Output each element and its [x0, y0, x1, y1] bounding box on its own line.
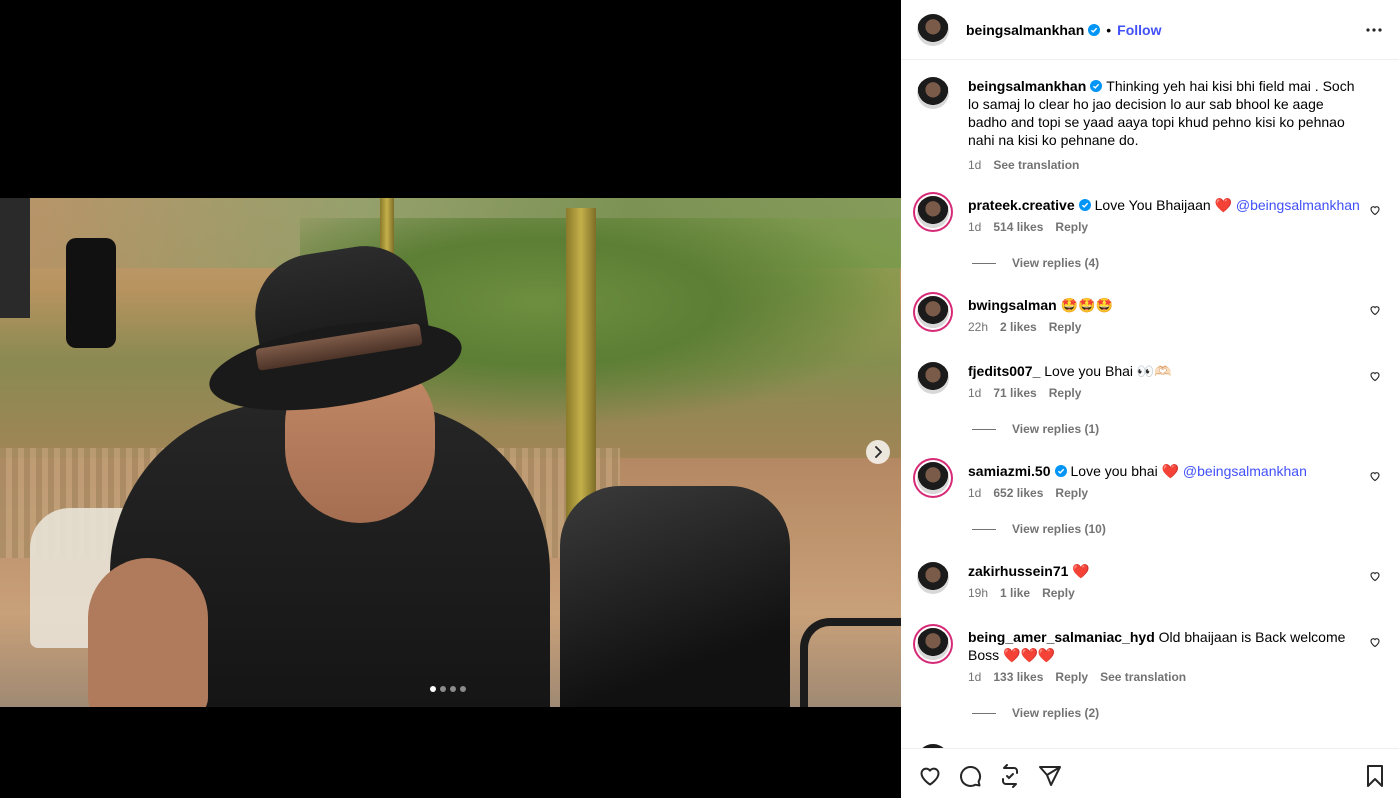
comment-emoji: ❤️: [1214, 197, 1232, 213]
avatar[interactable]: [917, 77, 949, 109]
comment-likes[interactable]: 514 likes: [993, 220, 1043, 234]
divider-line: [972, 528, 996, 530]
more-options-icon[interactable]: [1366, 22, 1382, 38]
comment-text: Love you bhai: [1070, 463, 1158, 479]
comment-time: 1d: [968, 486, 982, 500]
comment-text: Love you Bhai: [1044, 363, 1133, 379]
verified-badge-icon: [1078, 199, 1091, 211]
carousel-dots: [430, 686, 466, 692]
caption-username[interactable]: beingsalmankhan: [968, 78, 1086, 94]
avatar[interactable]: [917, 462, 949, 494]
comment-item: being_amer_salmaniac_hyd Old bhaijaan is…: [917, 628, 1387, 684]
comment-icon[interactable]: [958, 764, 982, 788]
view-replies-button[interactable]: View replies (1): [972, 422, 1099, 436]
view-replies-label: View replies (1): [1012, 422, 1100, 436]
post-photo[interactable]: [0, 198, 901, 707]
comment-username[interactable]: prateek.creative: [968, 197, 1075, 213]
comment-likes[interactable]: 133 likes: [993, 670, 1043, 684]
follow-button[interactable]: Follow: [1117, 22, 1161, 38]
separator: •: [1106, 21, 1112, 38]
comment-time: 1d: [968, 386, 982, 400]
view-replies-button[interactable]: View replies (10): [972, 522, 1106, 536]
comment-mention[interactable]: @beingsalmankhan: [1183, 463, 1307, 479]
carousel-dot: [460, 686, 466, 692]
repost-icon[interactable]: [998, 764, 1022, 788]
see-translation-link[interactable]: See translation: [993, 158, 1079, 172]
chevron-right-icon: [875, 446, 882, 458]
view-replies-label: View replies (4): [1012, 256, 1100, 270]
carousel-dot: [450, 686, 456, 692]
comment-time: 19h: [968, 586, 989, 600]
verified-badge-icon: [1054, 465, 1067, 477]
reply-button[interactable]: Reply: [1055, 220, 1088, 234]
reply-button[interactable]: Reply: [1049, 386, 1082, 400]
comment-emoji: 👀🫶🏻: [1136, 363, 1172, 379]
avatar[interactable]: [917, 562, 949, 594]
avatar[interactable]: [917, 628, 949, 660]
comment-time: 1d: [968, 670, 982, 684]
comment-likes[interactable]: 2 likes: [1000, 320, 1037, 334]
action-bar: [901, 748, 1399, 798]
view-replies-label: View replies (10): [1012, 522, 1106, 536]
heart-icon[interactable]: [918, 764, 942, 788]
avatar[interactable]: [917, 196, 949, 228]
heart-icon[interactable]: [1369, 636, 1381, 648]
verified-badge-icon: [1090, 80, 1103, 92]
avatar[interactable]: [917, 362, 949, 394]
divider-line: [972, 262, 996, 264]
comment-item: bwingsalman 🤩🤩🤩 22h 2 likes Reply: [917, 296, 1387, 334]
divider-line: [972, 712, 996, 714]
caption-time: 1d: [968, 158, 982, 172]
avatar[interactable]: [917, 13, 949, 46]
carousel-next-button[interactable]: [866, 440, 890, 464]
comment-emoji: ❤️: [1161, 463, 1180, 479]
media-viewer: [0, 0, 901, 798]
comment-item: zakirhussein71 ❤️ 19h 1 like Reply: [917, 562, 1387, 600]
comment-likes[interactable]: 652 likes: [993, 486, 1043, 500]
comment-emoji: 🤩🤩🤩: [1060, 297, 1113, 313]
share-icon[interactable]: [1038, 764, 1062, 788]
comment-likes[interactable]: 1 like: [1000, 586, 1030, 600]
heart-icon[interactable]: [1369, 204, 1381, 216]
comment-item: fjedits007_ Love you Bhai 👀🫶🏻 1d 71 like…: [917, 362, 1387, 400]
post-username[interactable]: beingsalmankhan: [966, 22, 1084, 38]
see-translation-link[interactable]: See translation: [1100, 670, 1186, 684]
comment-time: 22h: [968, 320, 989, 334]
comment-username[interactable]: samiazmi.50: [968, 463, 1051, 479]
post-header: beingsalmankhan • Follow: [901, 0, 1399, 60]
comment-emoji: ❤️❤️❤️: [1003, 647, 1056, 663]
comment-emoji: ❤️: [1072, 563, 1090, 579]
carousel-dot: [430, 686, 436, 692]
comment-username[interactable]: bwingsalman: [968, 297, 1057, 313]
post-sidebar: beingsalmankhan • Follow beingsalmankhan…: [901, 0, 1399, 798]
heart-icon[interactable]: [1369, 304, 1381, 316]
comment-item: prateek.creative Love You Bhaijaan ❤️ @be…: [917, 196, 1387, 234]
heart-icon[interactable]: [1369, 570, 1381, 582]
comment-likes[interactable]: 71 likes: [993, 386, 1036, 400]
comment-username[interactable]: fjedits007_: [968, 363, 1040, 379]
reply-button[interactable]: Reply: [1055, 486, 1088, 500]
view-replies-button[interactable]: View replies (4): [972, 256, 1099, 270]
view-replies-button[interactable]: View replies (2): [972, 706, 1099, 720]
reply-button[interactable]: Reply: [1049, 320, 1082, 334]
heart-icon[interactable]: [1369, 370, 1381, 382]
comments-list[interactable]: beingsalmankhan Thinking yeh hai kisi bhi…: [901, 60, 1399, 748]
avatar[interactable]: [917, 296, 949, 328]
reply-button[interactable]: Reply: [1042, 586, 1075, 600]
carousel-dot: [440, 686, 446, 692]
divider-line: [972, 428, 996, 430]
heart-icon[interactable]: [1369, 470, 1381, 482]
bookmark-icon[interactable]: [1365, 764, 1385, 788]
comment-username[interactable]: being_amer_salmaniac_hyd: [968, 629, 1155, 645]
verified-badge-icon: [1088, 23, 1101, 36]
comment-text: Love You Bhaijaan: [1094, 197, 1211, 213]
reply-button[interactable]: Reply: [1055, 670, 1088, 684]
caption: beingsalmankhan Thinking yeh hai kisi bhi…: [917, 77, 1387, 172]
view-replies-label: View replies (2): [1012, 706, 1100, 720]
comment-time: 1d: [968, 220, 982, 234]
comment-item: samiazmi.50 Love you bhai ❤️ @beingsalman…: [917, 462, 1387, 500]
comment-username[interactable]: zakirhussein71: [968, 563, 1068, 579]
comment-mention[interactable]: @beingsalmankhan: [1236, 197, 1360, 213]
